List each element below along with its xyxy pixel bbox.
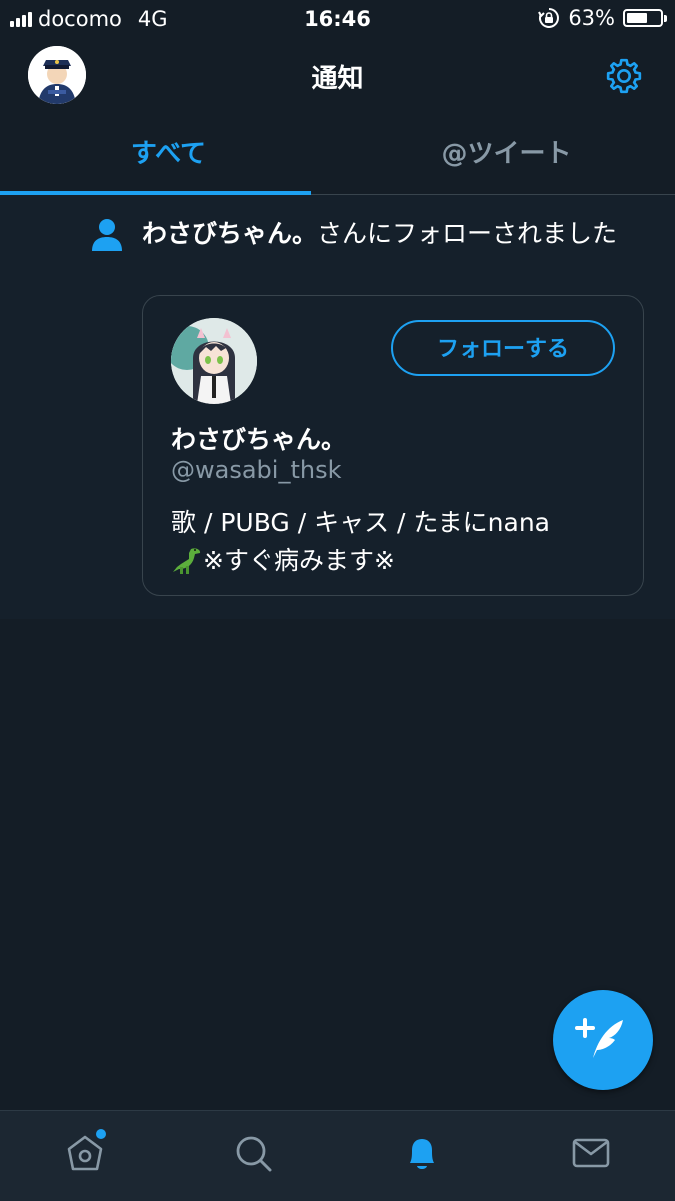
mail-icon[interactable] bbox=[569, 1131, 613, 1175]
tab-mentions[interactable]: @ツイート bbox=[338, 114, 675, 194]
anime-girl-avatar-icon bbox=[171, 318, 257, 404]
search-icon[interactable] bbox=[231, 1131, 275, 1175]
navigation-bar: 通知 bbox=[0, 38, 675, 114]
follower-name[interactable]: わさびちゃん。 bbox=[142, 219, 317, 248]
user-avatar[interactable] bbox=[171, 318, 257, 404]
bio-line-1: 歌 / PUBG / キャス / たまにnana bbox=[171, 508, 550, 537]
compose-tweet-button[interactable] bbox=[553, 990, 653, 1090]
card-user-bio: 歌 / PUBG / キャス / たまにnana ※すぐ病みます※ bbox=[171, 504, 631, 580]
notification-tabs: すべて @ツイート bbox=[0, 114, 675, 195]
bio-line-2: ※すぐ病みます※ bbox=[171, 542, 631, 580]
tab-all[interactable]: すべて bbox=[0, 114, 337, 194]
bell-icon[interactable] bbox=[400, 1131, 444, 1175]
dinosaur-icon bbox=[173, 548, 201, 574]
gear-icon[interactable] bbox=[604, 56, 644, 96]
card-user-handle: @wasabi_thsk bbox=[171, 456, 342, 484]
battery-percent: 63% bbox=[568, 6, 615, 30]
battery-icon bbox=[623, 9, 667, 27]
compose-tweet-icon bbox=[575, 1018, 623, 1058]
page-title: 通知 bbox=[311, 64, 364, 94]
bottom-tab-bar bbox=[0, 1110, 675, 1201]
user-card[interactable]: フォローする わさびちゃん。 @wasabi_thsk 歌 / PUBG / キ… bbox=[142, 295, 644, 596]
status-right: 63% bbox=[538, 6, 667, 30]
notification-text: わさびちゃん。さんにフォローされました bbox=[142, 215, 642, 252]
notification-action: さんにフォローされました bbox=[317, 219, 618, 248]
bio-line-2-text: ※すぐ病みます※ bbox=[203, 546, 395, 575]
orientation-lock-icon bbox=[538, 8, 560, 28]
follow-button[interactable]: フォローする bbox=[391, 320, 615, 376]
home-badge-dot bbox=[96, 1129, 106, 1139]
person-icon bbox=[92, 219, 122, 251]
card-user-name[interactable]: わさびちゃん。 bbox=[171, 420, 346, 456]
status-bar: docomo 4G 16:46 63% bbox=[0, 0, 675, 38]
notification-item[interactable]: わさびちゃん。さんにフォローされました フォローする わさびちゃん。 @wasa… bbox=[0, 195, 675, 619]
